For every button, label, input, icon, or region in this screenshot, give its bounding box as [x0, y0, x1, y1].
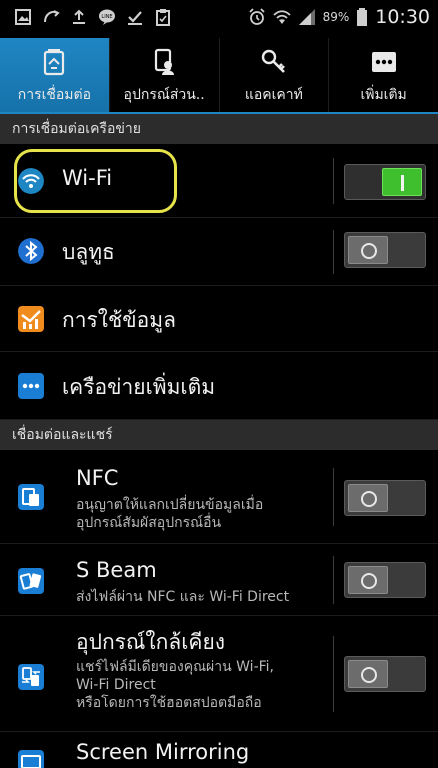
nfc-desc-line1: อนุญาตให้แลกเปลี่ยนข้อมูลเมื่อ [76, 497, 264, 513]
nearby-devices-title: อุปกรณ์ใกล้เคียง [76, 630, 226, 654]
divider [333, 230, 334, 274]
data-usage-icon [18, 306, 44, 332]
s-beam-icon [18, 568, 44, 594]
bluetooth-row[interactable]: บลูทูธ [0, 218, 438, 286]
notification-icons: LINE [14, 8, 172, 26]
line-icon: LINE [99, 9, 115, 25]
gallery-icon [15, 9, 31, 25]
more-networks-row[interactable]: เครือข่ายเพิ่มเติม [0, 352, 438, 420]
status-bar: LINE 89% 10:30 [0, 0, 438, 38]
sync-icon [44, 10, 60, 23]
bluetooth-title: บลูทูธ [62, 240, 115, 264]
tab-connections[interactable]: การเชื่อมต่อ [0, 38, 110, 114]
nearby-devices-row[interactable]: อุปกรณ์ใกล้เคียง แชร์ไฟล์มีเดียของคุณผ่า… [0, 616, 438, 732]
screen-mirroring-icon [18, 750, 44, 768]
toggle-knob [382, 168, 422, 196]
wifi-highlight [14, 149, 177, 213]
my-device-icon [155, 48, 175, 75]
toggle-knob [348, 566, 388, 594]
tab-accounts[interactable]: แอคเคาท์ [220, 38, 330, 114]
alarm-icon [248, 8, 265, 25]
data-usage-title: การใช้ข้อมูล [62, 308, 176, 332]
s-beam-row[interactable]: S Beam ส่งไฟล์ผ่าน NFC และ Wi-Fi Direct [0, 544, 438, 616]
wifi-signal-icon [272, 10, 291, 24]
nearby-desc-line2: Wi-Fi Direct [76, 677, 156, 693]
toggle-knob [348, 484, 388, 512]
nearby-devices-icon [18, 664, 44, 690]
system-icons: 89% 10:30 [248, 6, 430, 28]
cell-signal-icon [298, 9, 315, 25]
battery-icon [357, 8, 368, 26]
more-icon [371, 52, 396, 72]
nfc-desc-line2: อุปกรณ์สัมผัสอุปกรณ์อื่น [76, 515, 222, 531]
section-header-connect-share: เชื่อมต่อและแชร์ [0, 420, 438, 450]
s-beam-title: S Beam [76, 558, 157, 582]
screen-mirroring-row[interactable]: Screen Mirroring [0, 732, 438, 768]
download-done-icon [128, 11, 142, 25]
s-beam-desc: ส่งไฟล์ผ่าน NFC และ Wi-Fi Direct [76, 589, 290, 605]
nfc-row[interactable]: NFC อนุญาตให้แลกเปลี่ยนข้อมูลเมื่อ อุปกร… [0, 450, 438, 544]
section-header-network: การเชื่อมต่อเครือข่าย [0, 114, 438, 144]
toggle-knob [348, 236, 388, 264]
nfc-icon [18, 484, 44, 510]
nearby-devices-toggle[interactable] [344, 656, 426, 692]
tab-label: แอคเคาท์ [244, 87, 303, 103]
nfc-toggle[interactable] [344, 480, 426, 516]
bluetooth-toggle[interactable] [344, 232, 426, 268]
data-usage-row[interactable]: การใช้ข้อมูล [0, 286, 438, 352]
accounts-key-icon [261, 49, 285, 73]
s-beam-toggle[interactable] [344, 562, 426, 598]
divider [333, 158, 334, 204]
more-networks-icon [18, 373, 44, 399]
tab-more[interactable]: เพิ่มเติม [329, 38, 438, 114]
more-networks-title: เครือข่ายเพิ่มเติม [62, 375, 216, 399]
nfc-title: NFC [76, 466, 119, 490]
divider [333, 636, 334, 712]
tab-label: อุปกรณ์ส่วน.. [123, 87, 205, 103]
settings-tab-bar: การเชื่อมต่อ อุปกรณ์ส่วน.. แอคเคาท์ เพิ่… [0, 38, 438, 114]
divider [333, 556, 334, 604]
upload-icon [73, 9, 85, 24]
nearby-desc-line3: หรือโดยการใช้ฮอตสปอตมือถือ [76, 695, 262, 711]
clipboard-icon [156, 9, 170, 26]
nearby-desc-line1: แชร์ไฟล์มีเดียของคุณผ่าน Wi-Fi, [76, 659, 274, 675]
toggle-knob [348, 660, 388, 688]
tab-my-device[interactable]: อุปกรณ์ส่วน.. [110, 38, 220, 114]
bluetooth-icon [18, 238, 44, 264]
tab-label: เพิ่มเติม [360, 87, 407, 103]
clock: 10:30 [375, 6, 430, 28]
divider [333, 468, 334, 526]
wifi-toggle[interactable] [344, 164, 426, 200]
battery-percent: 89% [322, 10, 350, 24]
connections-icon [44, 49, 65, 76]
svg-text:LINE: LINE [101, 14, 112, 20]
screen-mirroring-title: Screen Mirroring [76, 740, 250, 764]
tab-label: การเชื่อมต่อ [17, 87, 92, 103]
